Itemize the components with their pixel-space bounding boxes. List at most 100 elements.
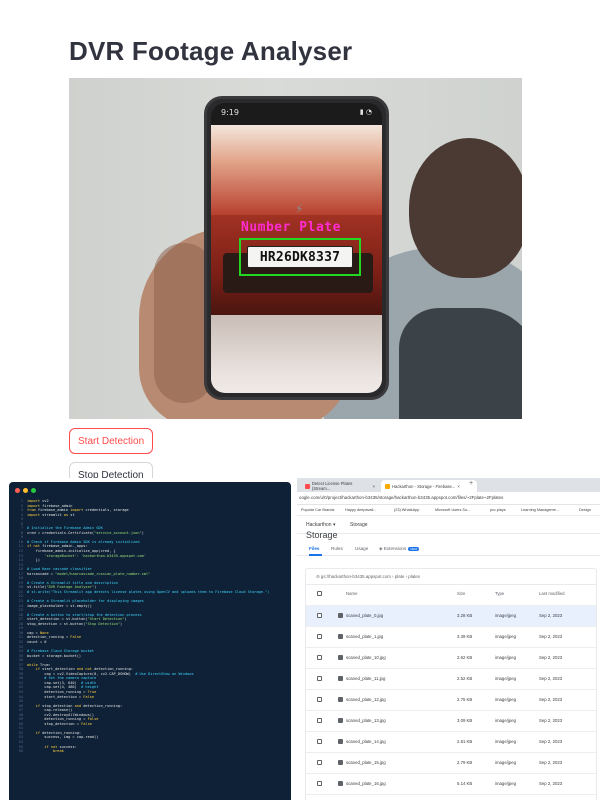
tab-firebase[interactable]: Hackarthon - Storage - Firebase... × — [381, 480, 477, 492]
bookmark-item[interactable]: Microsoft Users Su... — [435, 508, 470, 512]
code-token: bucket = storage.bucket() — [27, 653, 82, 658]
code-token: True — [87, 689, 97, 694]
code-token: image_placeholder = st.empty() — [27, 603, 92, 608]
code-token: cred = credentials.Certificate( — [27, 530, 95, 535]
code-token: st — [68, 512, 75, 517]
column-name[interactable]: Name — [346, 591, 357, 596]
row-checkbox[interactable] — [317, 634, 322, 639]
row-checkbox[interactable] — [317, 676, 322, 681]
code-token: False — [87, 717, 99, 722]
select-all-checkbox[interactable] — [317, 591, 322, 596]
car-image-bumper — [211, 315, 382, 393]
tab-rules[interactable]: Rules — [331, 546, 343, 551]
stop-detection-button[interactable]: Stop Detection — [69, 462, 153, 478]
code-editor: 1 import cv2 2 import firebase_admin 3 from f… — [9, 482, 291, 800]
table-row[interactable]: scaned_plate_14.jpg 2.81 KB image/jpeg Sep … — [306, 731, 596, 752]
row-checkbox[interactable] — [317, 655, 322, 660]
new-tab-button[interactable]: + — [469, 480, 473, 487]
code-token: "model/haarcascade_russian_plate_number.… — [55, 571, 151, 576]
code-token: "DVR Footage Analyser" — [46, 585, 95, 590]
code-token: start_detection = — [27, 694, 84, 699]
column-last-modified[interactable]: Last modified — [539, 591, 565, 596]
code-line: 21 # st.write("This Streamlit app detects… — [13, 590, 270, 595]
file-modified: Sep 2, 2023 — [539, 613, 563, 618]
code-token: cap.release() — [27, 708, 73, 713]
image-file-icon — [338, 613, 343, 618]
table-row[interactable]: scaned_plate_15.jpg 2.79 KB image/jpeg Sep … — [306, 752, 596, 773]
file-name[interactable]: scaned_plate_14.jpg — [346, 739, 386, 744]
active-tab-indicator — [309, 554, 322, 556]
code-token: # Initialize the Firebase Admin SDK — [27, 526, 103, 531]
address-url[interactable]: oogle.com/u/0/project/hackarthon-b3435/s… — [299, 495, 503, 500]
column-size[interactable]: Size — [457, 591, 465, 596]
table-row[interactable]: scaned_plate_17.jpg5.17 KBimage/jpegSep … — [306, 794, 596, 800]
code-token: cap = cv2.VideoCapture(0, cv2.CAP_DSHOW) — [27, 671, 136, 676]
bucket-path[interactable]: ⊝ gs://hackarthon-b3435.appspot.com › pl… — [316, 574, 420, 580]
row-checkbox[interactable] — [317, 739, 322, 744]
file-name[interactable]: scaned_plate_12.jpg — [346, 697, 386, 702]
project-selector[interactable]: Hackarthon ▾ — [306, 522, 335, 528]
code-token: stop_detection = — [27, 721, 82, 726]
code-block[interactable]: 1 import cv2 2 import firebase_admin 3 from f… — [13, 499, 270, 754]
address-bar[interactable]: oogle.com/u/0/project/hackarthon-b3435/s… — [297, 492, 600, 505]
code-token: # Use DirectShow on Windows — [135, 671, 194, 676]
bookmark-item[interactable]: Happy deepavali... — [345, 508, 376, 512]
table-row[interactable]: scaned_plate_0.jpg 3.28 KB image/jpeg Sep 2… — [306, 605, 596, 626]
file-name[interactable]: scaned_plate_0.jpg — [346, 613, 383, 618]
close-tab-icon[interactable]: × — [457, 484, 459, 489]
code-token: firebase_admin — [35, 508, 71, 513]
bookmark-item[interactable]: Popular Car Brands — [301, 508, 334, 512]
tab-usage[interactable]: Usage — [355, 546, 368, 551]
file-modified: Sep 2, 2023 — [539, 634, 563, 639]
bookmark-item[interactable]: Learning Manageme... — [521, 508, 559, 512]
code-token: True: — [37, 662, 51, 667]
file-name[interactable]: scaned_plate_16.jpg — [346, 781, 386, 786]
tab-streamlit[interactable]: Detect License Plates (Stream... × — [301, 480, 379, 492]
close-tab-icon[interactable]: × — [373, 484, 375, 489]
window-controls — [15, 488, 36, 493]
row-checkbox[interactable] — [317, 718, 322, 723]
close-window-icon[interactable] — [15, 488, 20, 493]
file-name[interactable]: scaned_plate_13.jpg — [346, 718, 386, 723]
table-row[interactable]: scaned_plate_11.jpg 2.52 KB image/jpeg Sep … — [306, 668, 596, 689]
code-token: break — [52, 749, 64, 754]
code-token: cv2 — [39, 499, 49, 503]
code-token: detection_running = — [27, 635, 71, 640]
row-checkbox[interactable] — [317, 613, 322, 618]
table-row[interactable]: scaned_plate_1.jpg 3.39 KB image/jpeg Sep 2… — [306, 626, 596, 647]
bookmarks-bar: Popular Car Brands Happy deepavali... (2… — [297, 505, 600, 516]
table-row[interactable]: scaned_plate_16.jpg 5.14 KB image/jpeg Sep … — [306, 773, 596, 794]
code-token: # Firebase Cloud Storage bucket — [27, 649, 95, 654]
table-row[interactable]: scaned_plate_12.jpg 2.75 KB image/jpeg Sep … — [306, 689, 596, 710]
phone: 9:19 ▮ ◔ ⚡ Number Plate HR26DK8337 — [204, 96, 389, 400]
streamlit-favicon-icon — [305, 483, 310, 489]
maximize-window-icon[interactable] — [31, 488, 36, 493]
code-token: success, img = cap.read() — [27, 735, 99, 740]
minimize-window-icon[interactable] — [23, 488, 28, 493]
bookmark-item[interactable]: Design — [579, 508, 591, 512]
row-checkbox[interactable] — [317, 697, 322, 702]
code-token: }) — [27, 558, 40, 563]
tab-files[interactable]: Files — [309, 546, 319, 551]
file-name[interactable]: scaned_plate_11.jpg — [346, 676, 385, 681]
column-type[interactable]: Type — [495, 591, 504, 596]
storage-breadcrumb[interactable]: Storage — [350, 522, 368, 528]
tab-extensions[interactable]: ◈ Extensions NEW — [379, 546, 420, 552]
file-name[interactable]: scaned_plate_10.jpg — [346, 655, 386, 660]
file-size: 3.28 KB — [457, 613, 473, 618]
start-detection-button[interactable]: Start Detection — [69, 428, 154, 454]
code-token: harcascade = — [27, 571, 56, 576]
file-name[interactable]: scaned_plate_15.jpg — [346, 760, 386, 765]
bookmark-item[interactable]: pro-plays — [490, 508, 506, 512]
bookmark-item[interactable]: (23) WhatsApp — [394, 508, 419, 512]
file-name[interactable]: scaned_plate_1.jpg — [346, 634, 383, 639]
table-header: Name Size Type Last modified — [306, 591, 596, 601]
row-checkbox[interactable] — [317, 781, 322, 786]
code-token: detection_running: — [91, 667, 134, 672]
table-row[interactable]: scaned_plate_13.jpg 3.09 KB image/jpeg Sep … — [306, 710, 596, 731]
table-row[interactable]: scaned_plate_10.jpg 2.62 KB image/jpeg Sep … — [306, 647, 596, 668]
phone-time: 9:19 — [221, 108, 239, 117]
file-size: 2.75 KB — [457, 697, 473, 702]
row-checkbox[interactable] — [317, 760, 322, 765]
